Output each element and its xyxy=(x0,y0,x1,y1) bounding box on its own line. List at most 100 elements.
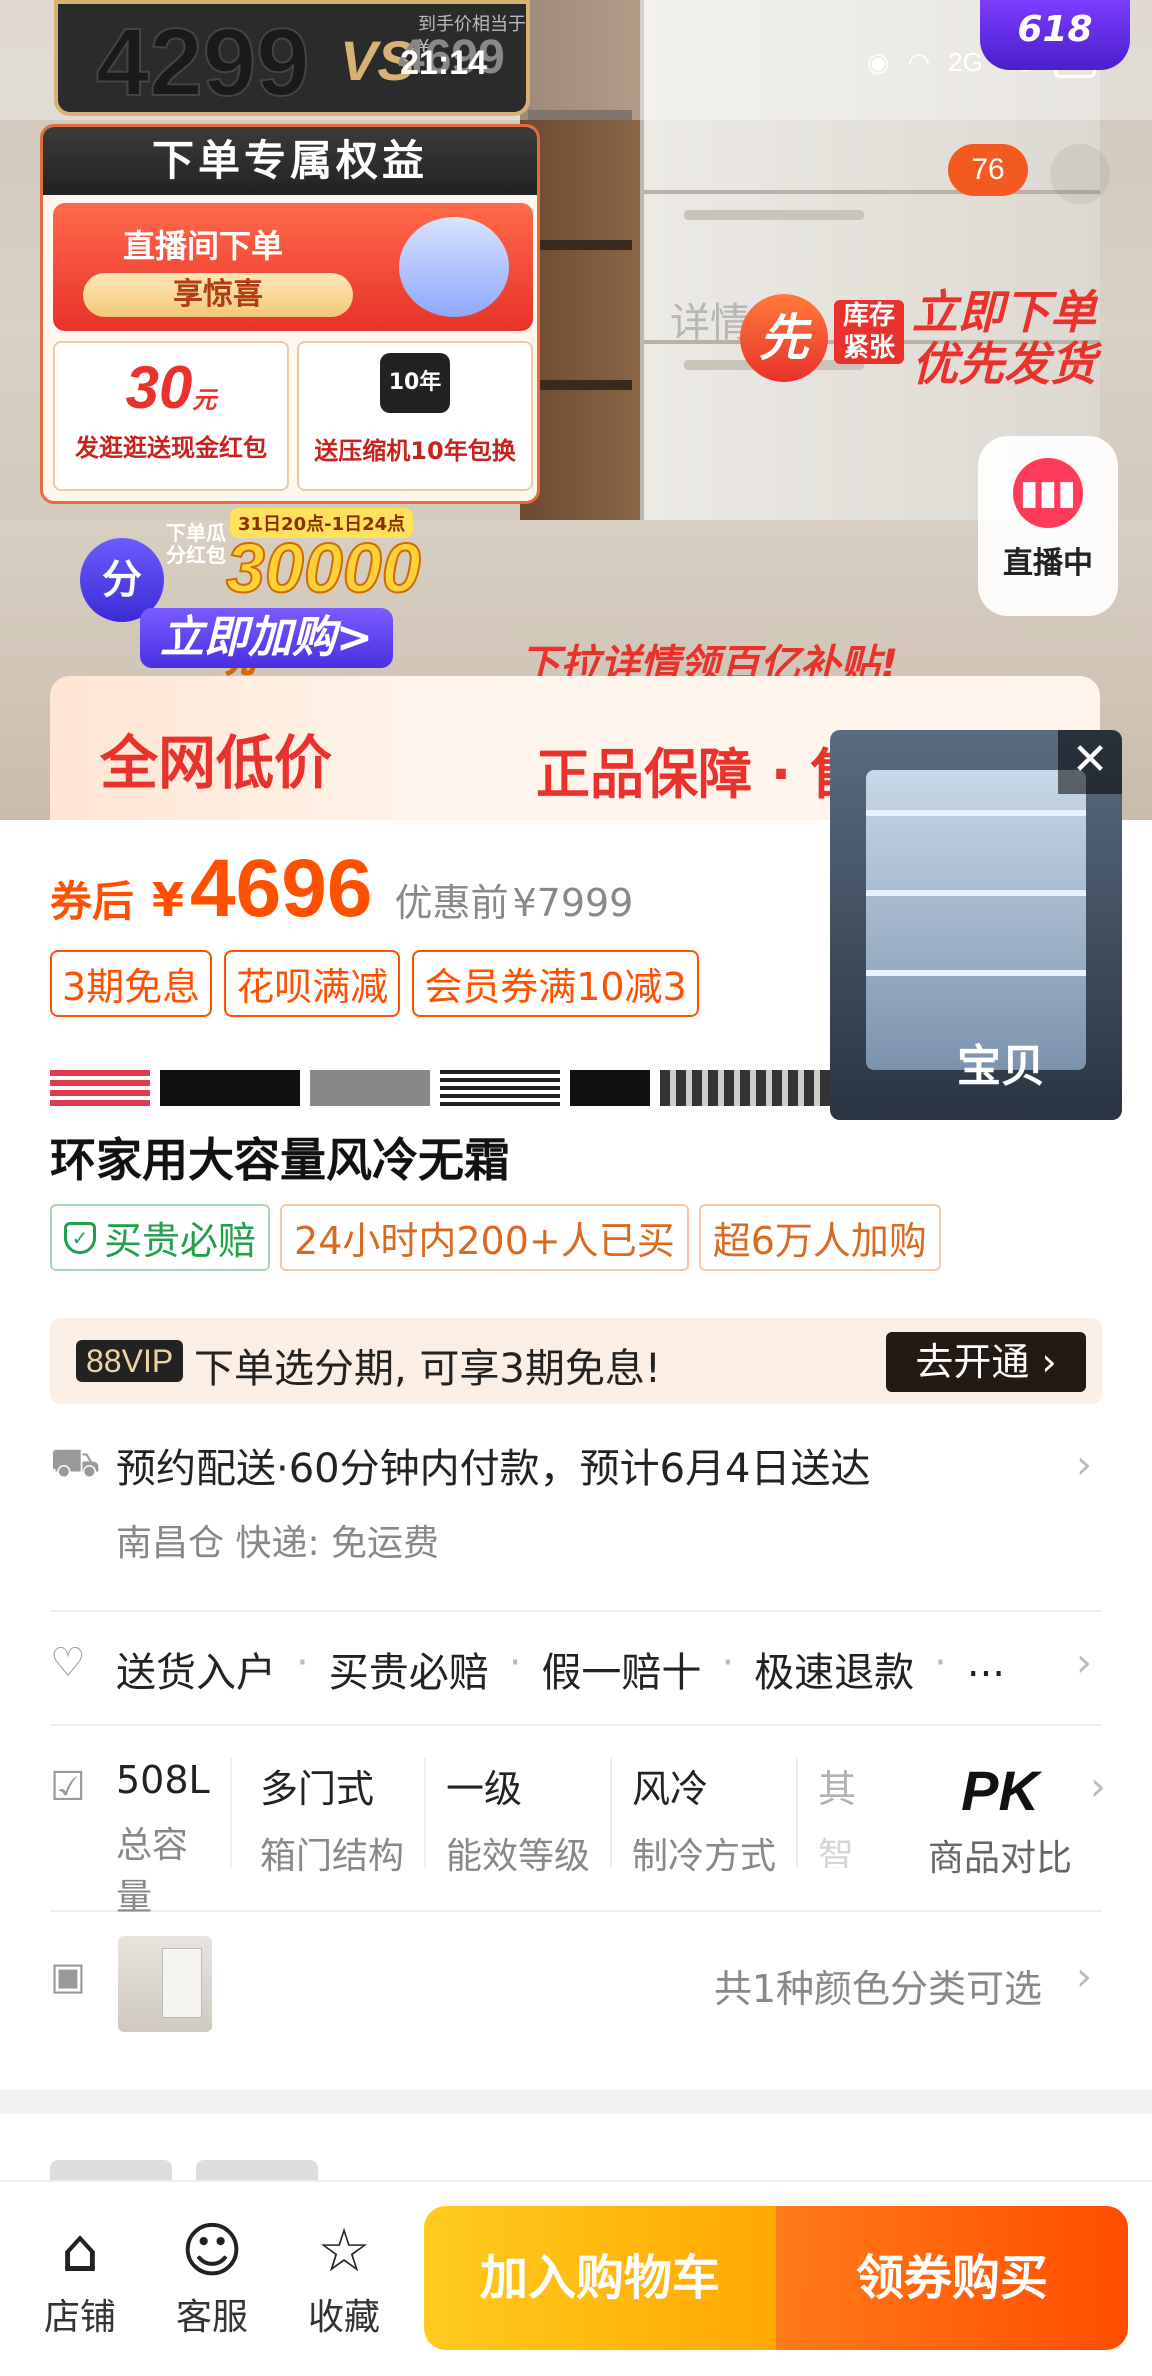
status-time: 21:14 xyxy=(400,44,487,82)
promo-tags: 3期免息 花呗满减 会员券满10减3 xyxy=(50,950,1110,1017)
specs-row[interactable]: ☑ 508L 总容量 多门式 箱门结构 一级 能效等级 风冷 制冷方式 其智 PK 商品… xyxy=(50,1758,1106,1918)
grid-icon: ▣ xyxy=(50,1954,86,1998)
delivery-line2: 南昌仓 快递: 免运费 xyxy=(116,1523,440,1564)
coupon-buy-button[interactable]: 领券购买 xyxy=(776,2206,1128,2350)
spec-energy: 一级 能效等级 xyxy=(432,1758,612,1877)
signal-2g: 2G xyxy=(948,46,983,77)
color-options-row[interactable]: ▣ 共1种颜色分类可选 › xyxy=(50,1936,1102,2056)
more-button[interactable] xyxy=(1050,144,1110,204)
pk-icon: PK xyxy=(961,1759,1039,1822)
low-price-label: 全网低价 xyxy=(50,676,430,820)
compare-label: 商品对比 xyxy=(927,1838,1072,1879)
live-order-panel[interactable]: 直播间下单 享惊喜 xyxy=(53,203,533,331)
chevron-right-icon: › xyxy=(1076,1954,1092,2000)
before-price-label: 优惠前 xyxy=(394,881,509,925)
buy-now-button[interactable]: 立即加购> xyxy=(140,608,393,668)
redacted-title-line xyxy=(50,1064,830,1110)
cash-amount: 30 xyxy=(125,354,193,421)
service-row[interactable]: ♡ 送货入户 · 买贵必赔 · 假一赔十 · 极速退款 · ... › xyxy=(50,1640,1102,1726)
store-icon: ⌂ xyxy=(60,2216,100,2286)
compressor-cell: 10年 送压缩机10年包换 xyxy=(297,341,533,491)
service-more: ... xyxy=(966,1640,1006,1686)
cash-reward-cell: 30元 发逛逛送现金红包 xyxy=(53,341,289,491)
live-now-button[interactable]: ▮▮▮ 直播中 xyxy=(978,436,1118,616)
chat-face-icon: ☺ xyxy=(180,2216,244,2286)
after-coupon-label: 券后 xyxy=(50,877,135,926)
urgent-main: 立即下单 优先发货 xyxy=(912,285,1096,391)
stock-tight: 库存紧张 xyxy=(834,300,904,364)
tag-huabei[interactable]: 花呗满减 xyxy=(224,950,401,1017)
gift-icon xyxy=(399,217,509,317)
service-item: 假一赔十 xyxy=(541,1650,702,1696)
hero-banner[interactable]: 4299 VS 到手价相当于¥ 4699 21:14 ◉ ◠ 2G 4G 62 … xyxy=(0,0,1152,820)
spec-more: 其智 xyxy=(818,1767,857,1868)
mini-player-label: 宝贝 xyxy=(957,1041,1045,1092)
exclusive-rights-card: 下单专属权益 直播间下单 享惊喜 30元 发逛逛送现金红包 10年 送压缩机10… xyxy=(40,124,540,504)
heart-shield-icon: ♡ xyxy=(50,1640,86,1686)
tag-member-coupon[interactable]: 会员券满10减3 xyxy=(412,950,699,1017)
trust-badges: ✓ 买贵必赔 24小时内200+人已买 超6万人加购 xyxy=(50,1204,941,1271)
compressor-icon: 10年 xyxy=(380,353,450,413)
bottom-action-bar: ⌂ 店铺 ☺ 客服 ☆ 收藏 加入购物车 领券购买 xyxy=(0,2180,1152,2376)
service-item: 买贵必赔 xyxy=(328,1650,489,1696)
top-price: 4299 xyxy=(95,8,311,117)
tab-detail[interactable]: 详情 xyxy=(670,290,750,348)
clipboard-icon: ☑ xyxy=(50,1764,86,1810)
urgent-ship-banner: 先 库存紧张 立即下单 优先发货 xyxy=(740,284,1130,394)
vip-installment-bar[interactable]: 88VIP 下单选分期, 可享3期免息! 去开通 › xyxy=(50,1318,1102,1404)
favorite-label: 收藏 xyxy=(307,2297,380,2338)
service-items: 送货入户 · 买贵必赔 · 假一赔十 · 极速退款 · ... xyxy=(116,1640,1006,1696)
spec-door: 多门式 箱门结构 xyxy=(246,1758,426,1877)
color-count-text: 共1种颜色分类可选 xyxy=(713,1967,1042,2011)
live-order-label: 直播间下单 xyxy=(123,227,284,265)
star-icon: ☆ xyxy=(317,2216,371,2286)
shield-check-icon: ✓ xyxy=(64,1221,96,1254)
add-to-cart-button[interactable]: 加入购物车 xyxy=(424,2206,776,2350)
surprise-button[interactable]: 享惊喜 xyxy=(83,273,353,317)
guarantee-badge[interactable]: ✓ 买贵必赔 xyxy=(50,1204,271,1271)
split-red-pocket[interactable]: 分 下单瓜分红包 31日20点-1日24点 30000元 立即加购> xyxy=(80,508,440,679)
truck-icon: ⛟ xyxy=(50,1440,101,1486)
next-section-peek xyxy=(50,2160,172,2182)
cash-unit: 元 xyxy=(192,387,217,414)
eye-icon: ◉ xyxy=(866,46,890,77)
close-icon[interactable]: ✕ xyxy=(1058,730,1122,794)
chevron-right-icon: › xyxy=(1090,1764,1106,1810)
service-item: 送货入户 xyxy=(116,1650,276,1696)
service-item: 极速退款 xyxy=(754,1650,915,1696)
final-price: 4696 xyxy=(190,843,373,934)
vip-open-button[interactable]: 去开通 › xyxy=(886,1332,1086,1392)
spec-capacity: 508L 总容量 xyxy=(116,1758,232,1918)
tag-installment[interactable]: 3期免息 xyxy=(50,950,213,1017)
delivery-row[interactable]: ⛟ 预约配送·60分钟内付款，预计6月4日送达 南昌仓 快递: 免运费 › xyxy=(50,1436,1102,1612)
currency-symbol: ¥ xyxy=(152,873,185,927)
product-info: 券后 ¥ 4696 优惠前 ¥7999 3期免息 花呗满减 会员券满10减3 xyxy=(50,842,1110,1017)
cart-count-badge[interactable]: 76 xyxy=(948,144,1028,196)
service-label: 客服 xyxy=(175,2297,248,2338)
product-title: 环家用大容量风冷无霜 xyxy=(50,1133,510,1187)
live-label: 直播中 xyxy=(1003,546,1093,581)
spec-cooling: 风冷 制冷方式 xyxy=(618,1758,798,1877)
color-thumbnail[interactable] xyxy=(118,1936,212,2032)
customer-service-button[interactable]: ☺ 客服 xyxy=(162,2216,262,2340)
vip-logo: 88VIP xyxy=(76,1340,184,1382)
added-badge: 超6万人加购 xyxy=(698,1204,941,1271)
urgent-first: 先 xyxy=(740,294,828,382)
chevron-right-icon: › xyxy=(1076,1442,1092,1488)
compressor-desc: 送压缩机10年包换 xyxy=(314,437,516,465)
shop-label: 店铺 xyxy=(43,2297,116,2338)
vip-text: 下单选分期, 可享3期免息! xyxy=(194,1346,661,1392)
live-bars-icon: ▮▮▮ xyxy=(1013,458,1083,528)
before-price-value: ¥7999 xyxy=(512,881,634,925)
promo-618-badge[interactable]: 618 xyxy=(980,0,1130,70)
favorite-button[interactable]: ☆ 收藏 xyxy=(294,2216,394,2340)
chevron-right-icon: › xyxy=(1076,1640,1092,1686)
compare-button[interactable]: PK 商品对比 xyxy=(910,1758,1090,1881)
cash-desc: 发逛逛送现金红包 xyxy=(75,434,267,462)
bought-badge: 24小时内200+人已买 xyxy=(280,1204,689,1271)
delivery-line1: 预约配送·60分钟内付款，预计6月4日送达 xyxy=(116,1446,871,1492)
shop-button[interactable]: ⌂ 店铺 xyxy=(30,2216,130,2340)
next-section-peek xyxy=(196,2160,318,2182)
authentic-label: 正品保障 · 售 xyxy=(536,743,865,806)
price-row: 券后 ¥ 4696 优惠前 ¥7999 xyxy=(50,842,1110,934)
